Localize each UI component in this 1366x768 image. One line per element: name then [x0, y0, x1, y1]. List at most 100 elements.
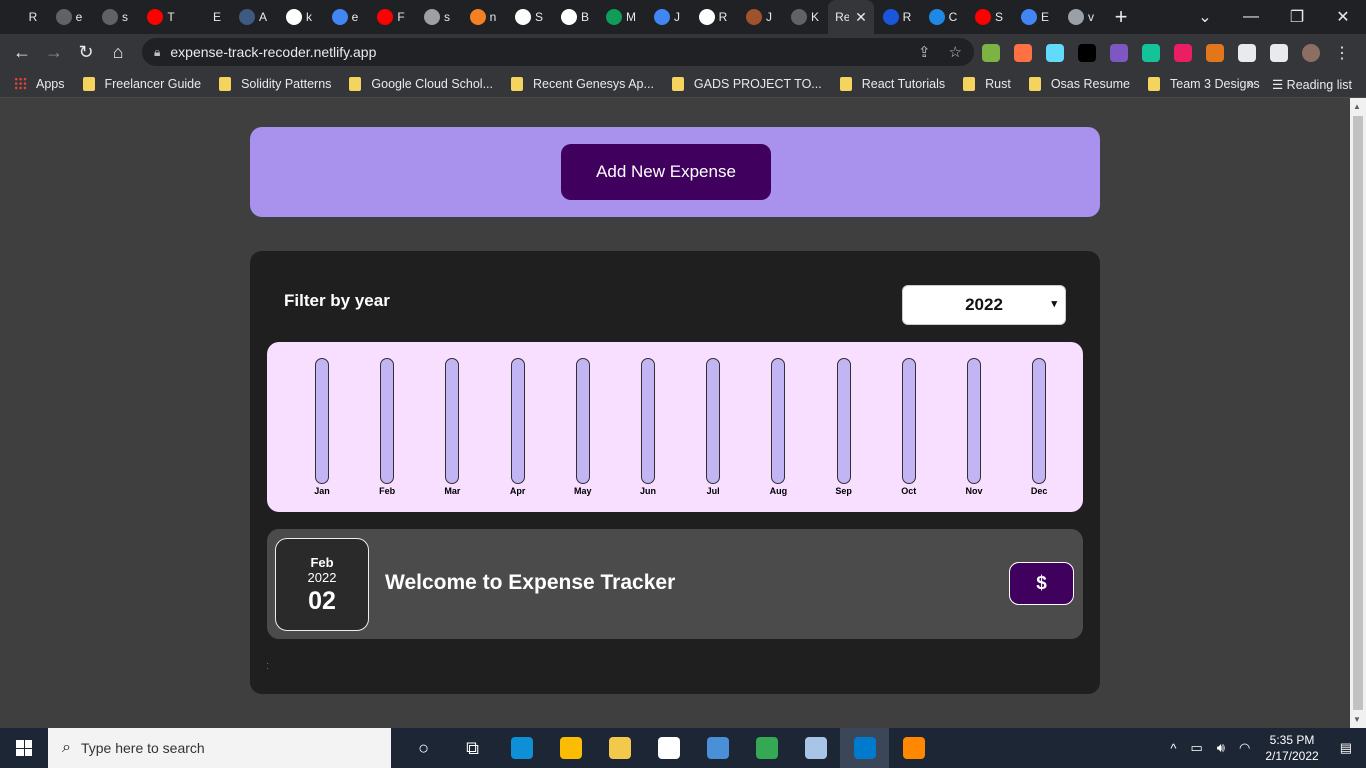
tab-search-icon[interactable]: ⌄ — [1182, 7, 1228, 27]
chart-bar-label: Aug — [769, 486, 788, 496]
bookmark-item[interactable]: Google Cloud Schol... — [349, 76, 493, 91]
page-scrollbar[interactable]: ▲ ▼ — [1350, 98, 1366, 728]
year-select[interactable]: 2022 ▾ — [902, 285, 1066, 325]
tab-0[interactable]: R — [0, 0, 46, 34]
extensions-area: ⋮ — [982, 43, 1350, 63]
close-icon[interactable]: ✕ — [855, 9, 867, 26]
tab-9[interactable]: s — [414, 0, 460, 34]
tab-15[interactable]: R — [690, 0, 736, 34]
taskbar-app-edge[interactable] — [497, 728, 546, 768]
tab-14[interactable]: J — [644, 0, 690, 34]
extension-icon[interactable] — [1078, 44, 1096, 62]
profile-avatar[interactable] — [1302, 44, 1320, 62]
bookmark-item[interactable]: React Tutorials — [839, 76, 946, 91]
tab-10[interactable]: n — [460, 0, 506, 34]
tab-8[interactable]: F — [368, 0, 414, 34]
tab-after-1[interactable]: C — [920, 0, 966, 34]
tab-16[interactable]: J — [736, 0, 782, 34]
tab-3[interactable]: T — [138, 0, 184, 34]
bookmark-label: React Tutorials — [861, 76, 946, 91]
tab-after-4[interactable]: v — [1058, 0, 1104, 34]
battery-icon[interactable]: ▭ — [1190, 740, 1202, 756]
taskbar-app-vscode[interactable] — [840, 728, 889, 768]
bookmark-star-icon[interactable]: ☆ — [949, 43, 962, 61]
tab-label: E — [212, 10, 221, 24]
start-button[interactable] — [0, 728, 48, 768]
scroll-up-icon[interactable]: ▲ — [1353, 102, 1361, 111]
extension-icon[interactable] — [1014, 44, 1032, 62]
taskbar-clock[interactable]: 5:35 PM 2/17/2022 — [1265, 732, 1318, 764]
taskbar-app-image-app[interactable] — [791, 728, 840, 768]
tab-after-0[interactable]: R — [874, 0, 920, 34]
tab-7[interactable]: e — [322, 0, 368, 34]
tab-1[interactable]: e — [46, 0, 92, 34]
active-tab[interactable]: Re ✕ — [828, 0, 874, 34]
taskbar-app-task-view[interactable]: ⧉ — [448, 728, 497, 768]
wifi-icon[interactable]: ◠ — [1239, 740, 1250, 756]
extension-icon[interactable] — [1142, 44, 1160, 62]
bookmark-label: Recent Genesys Ap... — [533, 76, 654, 91]
tab-favicon-icon — [469, 9, 486, 25]
back-icon[interactable]: ← — [6, 42, 38, 63]
bookmark-item[interactable]: Rust — [963, 76, 1011, 91]
tab-11[interactable]: S — [506, 0, 552, 34]
tab-17[interactable]: K — [782, 0, 828, 34]
taskbar-search[interactable]: ⌕ Type here to search — [48, 728, 391, 768]
extension-icon[interactable] — [1110, 44, 1128, 62]
bookmark-item[interactable]: Team 3 Designs — [1148, 76, 1260, 91]
bookmark-item[interactable]: Freelancer Guide — [82, 76, 201, 91]
chart-bar-mar: Mar — [437, 358, 467, 498]
tab-2[interactable]: s — [92, 0, 138, 34]
extension-icon[interactable] — [1206, 44, 1224, 62]
extension-icon[interactable] — [982, 44, 1000, 62]
tab-12[interactable]: B — [552, 0, 598, 34]
expense-date-year: 2022 — [307, 570, 337, 585]
extension-icon[interactable] — [1046, 44, 1064, 62]
taskbar-app-git[interactable] — [693, 728, 742, 768]
more-bookmarks-button[interactable]: » — [1247, 77, 1254, 91]
taskbar-app-xampp[interactable] — [546, 728, 595, 768]
minimize-icon[interactable]: — — [1228, 8, 1274, 26]
chart-bar-track — [380, 358, 395, 484]
tab-favicon-icon — [238, 9, 255, 25]
bookmark-item[interactable]: Solidity Patterns — [219, 76, 331, 91]
browser-menu-icon[interactable]: ⋮ — [1334, 43, 1350, 63]
forward-icon[interactable]: → — [38, 42, 70, 63]
scroll-down-icon[interactable]: ▼ — [1353, 715, 1361, 724]
reload-icon[interactable]: ↻ — [70, 42, 102, 63]
bookmark-item[interactable]: GADS PROJECT TO... — [671, 76, 822, 91]
taskbar-app-b-app[interactable] — [644, 728, 693, 768]
notifications-icon[interactable]: ▤ — [1340, 740, 1352, 756]
tray-overflow-icon[interactable]: ^ — [1170, 741, 1176, 756]
new-tab-button[interactable]: + — [1104, 4, 1138, 30]
address-bar[interactable]: 🔒︎ expense-track-recoder.netlify.app ⇪ ☆ — [142, 38, 974, 66]
tab-13[interactable]: M — [598, 0, 644, 34]
share-icon[interactable]: ⇪ — [918, 43, 931, 61]
tab-favicon-icon — [192, 9, 209, 25]
lock-icon[interactable]: 🔒︎ — [154, 45, 160, 60]
scrollbar-thumb[interactable] — [1353, 116, 1363, 710]
volume-icon[interactable]: 🔊︎ — [1217, 740, 1225, 756]
bookmark-item[interactable]: Recent Genesys Ap... — [511, 76, 654, 91]
tab-after-2[interactable]: S — [966, 0, 1012, 34]
home-icon[interactable]: ⌂ — [102, 42, 134, 63]
tab-5[interactable]: A — [230, 0, 276, 34]
extension-icon[interactable] — [1174, 44, 1192, 62]
tab-label: e — [75, 10, 83, 24]
apps-shortcut[interactable]: Apps — [14, 77, 65, 91]
bookmark-item[interactable]: Osas Resume — [1028, 76, 1130, 91]
taskbar-app-chrome[interactable] — [742, 728, 791, 768]
taskbar-app-vlc[interactable] — [889, 728, 938, 768]
taskbar-app-cortana[interactable]: ○ — [399, 728, 448, 768]
extension-icon[interactable] — [1238, 44, 1256, 62]
chart-bar-label: Jul — [706, 486, 720, 496]
tab-after-3[interactable]: E — [1012, 0, 1058, 34]
restore-icon[interactable]: ❐ — [1274, 7, 1320, 27]
tab-6[interactable]: k — [276, 0, 322, 34]
add-new-expense-button[interactable]: Add New Expense — [561, 144, 771, 200]
reading-list-button[interactable]: ☰ Reading list — [1272, 77, 1352, 92]
extension-icon[interactable] — [1270, 44, 1288, 62]
tab-4[interactable]: E — [184, 0, 230, 34]
taskbar-app-file-explorer[interactable] — [595, 728, 644, 768]
window-close-icon[interactable]: ✕ — [1320, 7, 1366, 27]
